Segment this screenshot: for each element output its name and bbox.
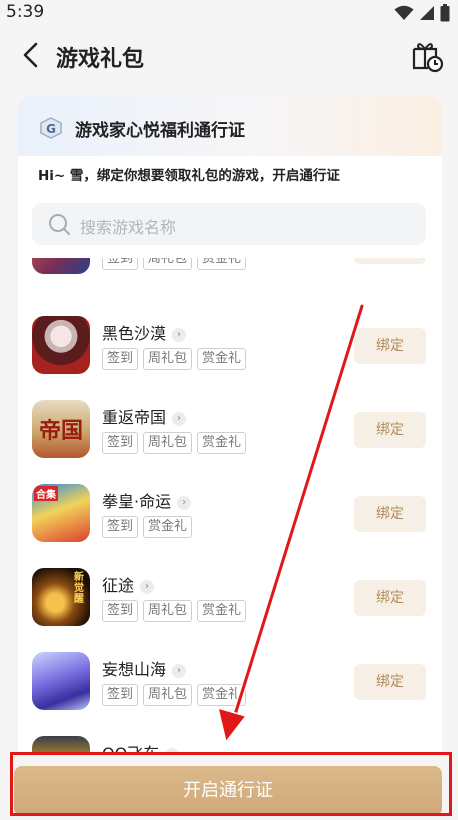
chevron-right-icon: › [172, 664, 187, 678]
zhengtu-icon: 新觉醒 [32, 568, 90, 626]
zhengtu-badge-text: 新觉醒 [74, 572, 84, 605]
tag-bounty-gift: 赏金礼 [197, 684, 247, 706]
tag-weekly-gift: 周礼包 [143, 348, 193, 370]
bind-button[interactable]: 绑定 [354, 412, 426, 448]
game-list[interactable]: 签到 周礼包 赏金礼 绑定 黑色沙漠 › 签到 周礼包 赏金礼 绑定 帝国 [18, 258, 442, 798]
game-name-text: 黑色沙漠 [102, 324, 167, 343]
chevron-right-icon: › [172, 328, 187, 342]
game-name[interactable]: 妄想山海 › [102, 656, 187, 680]
page-title: 游戏礼包 [56, 47, 145, 72]
kof-destiny-icon: 合集 [32, 484, 90, 542]
tag-checkin: 签到 [102, 348, 139, 370]
back-button[interactable] [18, 38, 48, 72]
search-input[interactable]: 搜索游戏名称 [32, 203, 426, 245]
kof-banner-text: 合集 [34, 486, 58, 501]
game-row[interactable]: 新觉醒 征途 › 签到 周礼包 赏金礼 绑定 [18, 568, 442, 652]
status-time: 5:39 [6, 2, 45, 22]
bind-button[interactable]: 绑定 [354, 580, 426, 616]
gift-history-button[interactable] [410, 37, 444, 73]
bind-button[interactable]: 绑定 [354, 258, 426, 264]
tag-bounty-gift: 赏金礼 [143, 516, 193, 538]
card-subtitle: Hi~ 雪，绑定你想要领取礼包的游戏，开启通行证 [38, 168, 340, 184]
back-arrow-icon [23, 42, 38, 68]
status-bar: 5:39 [0, 0, 458, 26]
search-icon [49, 214, 70, 235]
tag-bounty-gift: 赏金礼 [197, 258, 247, 270]
battery-icon [440, 4, 450, 22]
game-name-text: 征途 [102, 576, 135, 595]
empire-icon-text: 帝国 [38, 418, 83, 444]
tag-checkin: 签到 [102, 258, 139, 270]
gift-clock-icon [412, 43, 444, 73]
game-row[interactable]: 合集 拳皇·命运 › 签到 赏金礼 绑定 [18, 484, 442, 568]
black-desert-icon [32, 316, 90, 374]
card-title: 游戏家心悦福利通行证 [75, 121, 245, 141]
tag-checkin: 签到 [102, 684, 139, 706]
game-name[interactable]: 拳皇·命运 › [102, 488, 192, 512]
bind-button[interactable]: 绑定 [354, 496, 426, 532]
tag-checkin: 签到 [102, 600, 139, 622]
game-row: 签到 周礼包 赏金礼 绑定 [18, 258, 442, 300]
game-row[interactable]: 黑色沙漠 › 签到 周礼包 赏金礼 绑定 [18, 316, 442, 400]
game-row[interactable]: 帝国 重返帝国 › 签到 周礼包 赏金礼 绑定 [18, 400, 442, 484]
game-icon-partial [32, 258, 90, 274]
wifi-icon [394, 5, 414, 20]
return-empire-icon: 帝国 [32, 400, 90, 458]
game-name-text: 拳皇·命运 [102, 492, 172, 511]
status-icons [394, 4, 450, 22]
chevron-right-icon: › [140, 580, 155, 594]
tag-checkin: 签到 [102, 516, 139, 538]
tag-bounty-gift: 赏金礼 [197, 348, 247, 370]
game-name[interactable]: 重返帝国 › [102, 404, 187, 428]
card-banner: G 游戏家心悦福利通行证 [18, 96, 442, 156]
search-placeholder: 搜索游戏名称 [80, 218, 177, 237]
tag-weekly-gift: 周礼包 [143, 684, 193, 706]
header: 游戏礼包 [0, 30, 458, 80]
signal-icon [420, 6, 434, 20]
chevron-right-icon: › [172, 412, 187, 426]
tag-weekly-gift: 周礼包 [143, 258, 193, 270]
pass-card: G 游戏家心悦福利通行证 Hi~ 雪，绑定你想要领取礼包的游戏，开启通行证 搜索… [18, 96, 442, 820]
tag-weekly-gift: 周礼包 [143, 432, 193, 454]
game-name[interactable]: 黑色沙漠 › [102, 320, 187, 344]
bind-button[interactable]: 绑定 [354, 664, 426, 700]
chevron-right-icon: › [177, 496, 192, 510]
tag-checkin: 签到 [102, 432, 139, 454]
svg-text:G: G [46, 122, 56, 136]
game-row[interactable]: 妄想山海 › 签到 周礼包 赏金礼 绑定 [18, 652, 442, 736]
xinyue-logo-icon: G [40, 117, 62, 139]
game-name[interactable]: 征途 › [102, 572, 155, 596]
open-pass-button[interactable]: 开启通行证 [14, 766, 442, 816]
bind-button[interactable]: 绑定 [354, 328, 426, 364]
game-name-text: 妄想山海 [102, 660, 167, 679]
wangxiang-shanhai-icon [32, 652, 90, 710]
tag-weekly-gift: 周礼包 [143, 600, 193, 622]
game-name-text: 重返帝国 [102, 408, 167, 427]
tag-bounty-gift: 赏金礼 [197, 600, 247, 622]
tag-bounty-gift: 赏金礼 [197, 432, 247, 454]
